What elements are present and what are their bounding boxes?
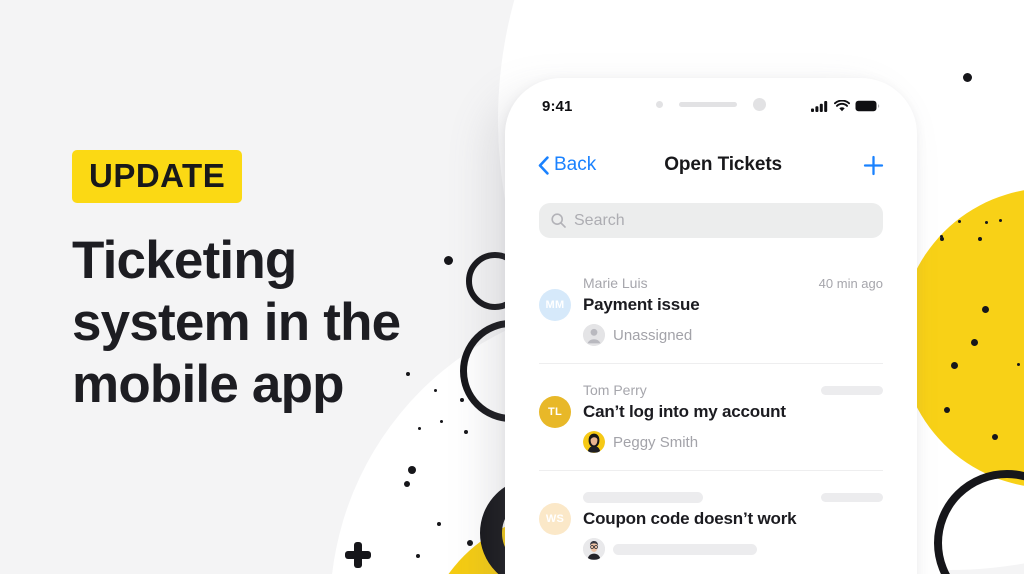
photo-avatar-person xyxy=(583,538,605,560)
phone-notch xyxy=(613,89,809,119)
dot-shape xyxy=(464,430,468,434)
front-camera-icon xyxy=(753,97,766,111)
timestamp-placeholder xyxy=(821,385,883,395)
ticket-body: Coupon code doesn’t work xyxy=(583,489,883,560)
dot-shape xyxy=(437,522,441,526)
dot-shape xyxy=(971,339,978,346)
speaker-grille-icon xyxy=(679,101,737,107)
back-button-label: Back xyxy=(554,154,597,175)
dot-shape xyxy=(467,540,473,546)
update-badge: UPDATE xyxy=(72,150,243,203)
table-row[interactable]: MM Marie Luis 40 min ago Payment issue U… xyxy=(539,257,883,364)
ticket-subject: Payment issue xyxy=(583,295,700,314)
battery-icon xyxy=(855,100,880,112)
requester-name: Tom Perry xyxy=(583,382,647,398)
screen-title: Open Tickets xyxy=(664,154,783,175)
ticket-body: Tom Perry Can’t log into my account Pegg… xyxy=(583,382,883,453)
dot-shape xyxy=(404,481,410,487)
dot-shape xyxy=(951,362,958,369)
plus-icon xyxy=(863,155,884,175)
dot-shape xyxy=(408,466,416,474)
table-row[interactable]: WS Coupon code doesn’t work xyxy=(539,471,883,574)
chevron-left-icon xyxy=(538,155,549,175)
avatar: WS xyxy=(539,503,571,535)
plus-shape-icon xyxy=(345,542,371,568)
assignee-name-placeholder xyxy=(613,543,757,555)
ticket-meta-row: Marie Luis 40 min ago xyxy=(583,275,883,291)
assignee-row xyxy=(583,538,883,560)
back-button[interactable]: Back xyxy=(538,154,596,176)
ticket-list: MM Marie Luis 40 min ago Payment issue U… xyxy=(516,257,906,574)
dot-shape xyxy=(992,434,998,440)
dot-shape xyxy=(999,219,1002,222)
status-bar-icons xyxy=(811,100,880,112)
dot-shape xyxy=(985,221,988,224)
dot-shape xyxy=(958,220,961,223)
person-placeholder-icon xyxy=(583,324,605,346)
search-icon xyxy=(551,213,566,228)
assignee-name: Peggy Smith xyxy=(613,433,699,451)
phone-mockup: 9:41 Back Open Tickets Search MM Marie L… xyxy=(505,78,917,574)
dot-shape xyxy=(1017,363,1020,366)
page-title: Ticketing system in the mobile app xyxy=(72,231,401,414)
promo-copy: UPDATE Ticketing system in the mobile ap… xyxy=(72,150,472,416)
dot-shape xyxy=(978,237,982,241)
cellular-signal-icon xyxy=(811,101,828,112)
wifi-icon xyxy=(834,100,850,112)
requester-name: Marie Luis xyxy=(583,275,648,291)
dot-shape xyxy=(963,73,972,82)
ticket-subject: Can’t log into my account xyxy=(583,402,786,421)
assignee-row: Unassigned xyxy=(583,324,883,346)
dot-shape xyxy=(944,407,950,413)
table-row[interactable]: TL Tom Perry Can’t log into my account P… xyxy=(539,364,883,471)
ticket-meta-row: Tom Perry xyxy=(583,382,883,398)
ticket-body: Marie Luis 40 min ago Payment issue Unas… xyxy=(583,275,883,346)
avatar: TL xyxy=(539,396,571,428)
dot-shape xyxy=(440,420,443,423)
requester-name-placeholder xyxy=(583,491,703,503)
promo-banner: UPDATE Ticketing system in the mobile ap… xyxy=(0,0,1024,574)
assignee-row: Peggy Smith xyxy=(583,431,883,453)
search-input[interactable]: Search xyxy=(539,203,883,238)
dot-shape xyxy=(418,427,421,430)
photo-avatar-peggy xyxy=(583,431,605,453)
ticket-meta-row xyxy=(583,489,883,505)
phone-screen: 9:41 Back Open Tickets Search MM Marie L… xyxy=(516,89,906,574)
sensor-icon xyxy=(656,100,663,108)
navigation-bar: Back Open Tickets xyxy=(516,145,906,185)
timestamp: 40 min ago xyxy=(818,275,883,291)
avatar: MM xyxy=(539,289,571,321)
dot-shape xyxy=(982,306,989,313)
dot-shape xyxy=(940,237,944,241)
add-ticket-button[interactable] xyxy=(850,155,884,176)
dot-shape xyxy=(416,554,420,558)
search-placeholder: Search xyxy=(574,211,625,229)
timestamp-placeholder xyxy=(821,492,883,502)
assignee-name: Unassigned xyxy=(613,326,693,344)
status-bar-time: 9:41 xyxy=(542,97,573,115)
ticket-subject: Coupon code doesn’t work xyxy=(583,509,797,528)
